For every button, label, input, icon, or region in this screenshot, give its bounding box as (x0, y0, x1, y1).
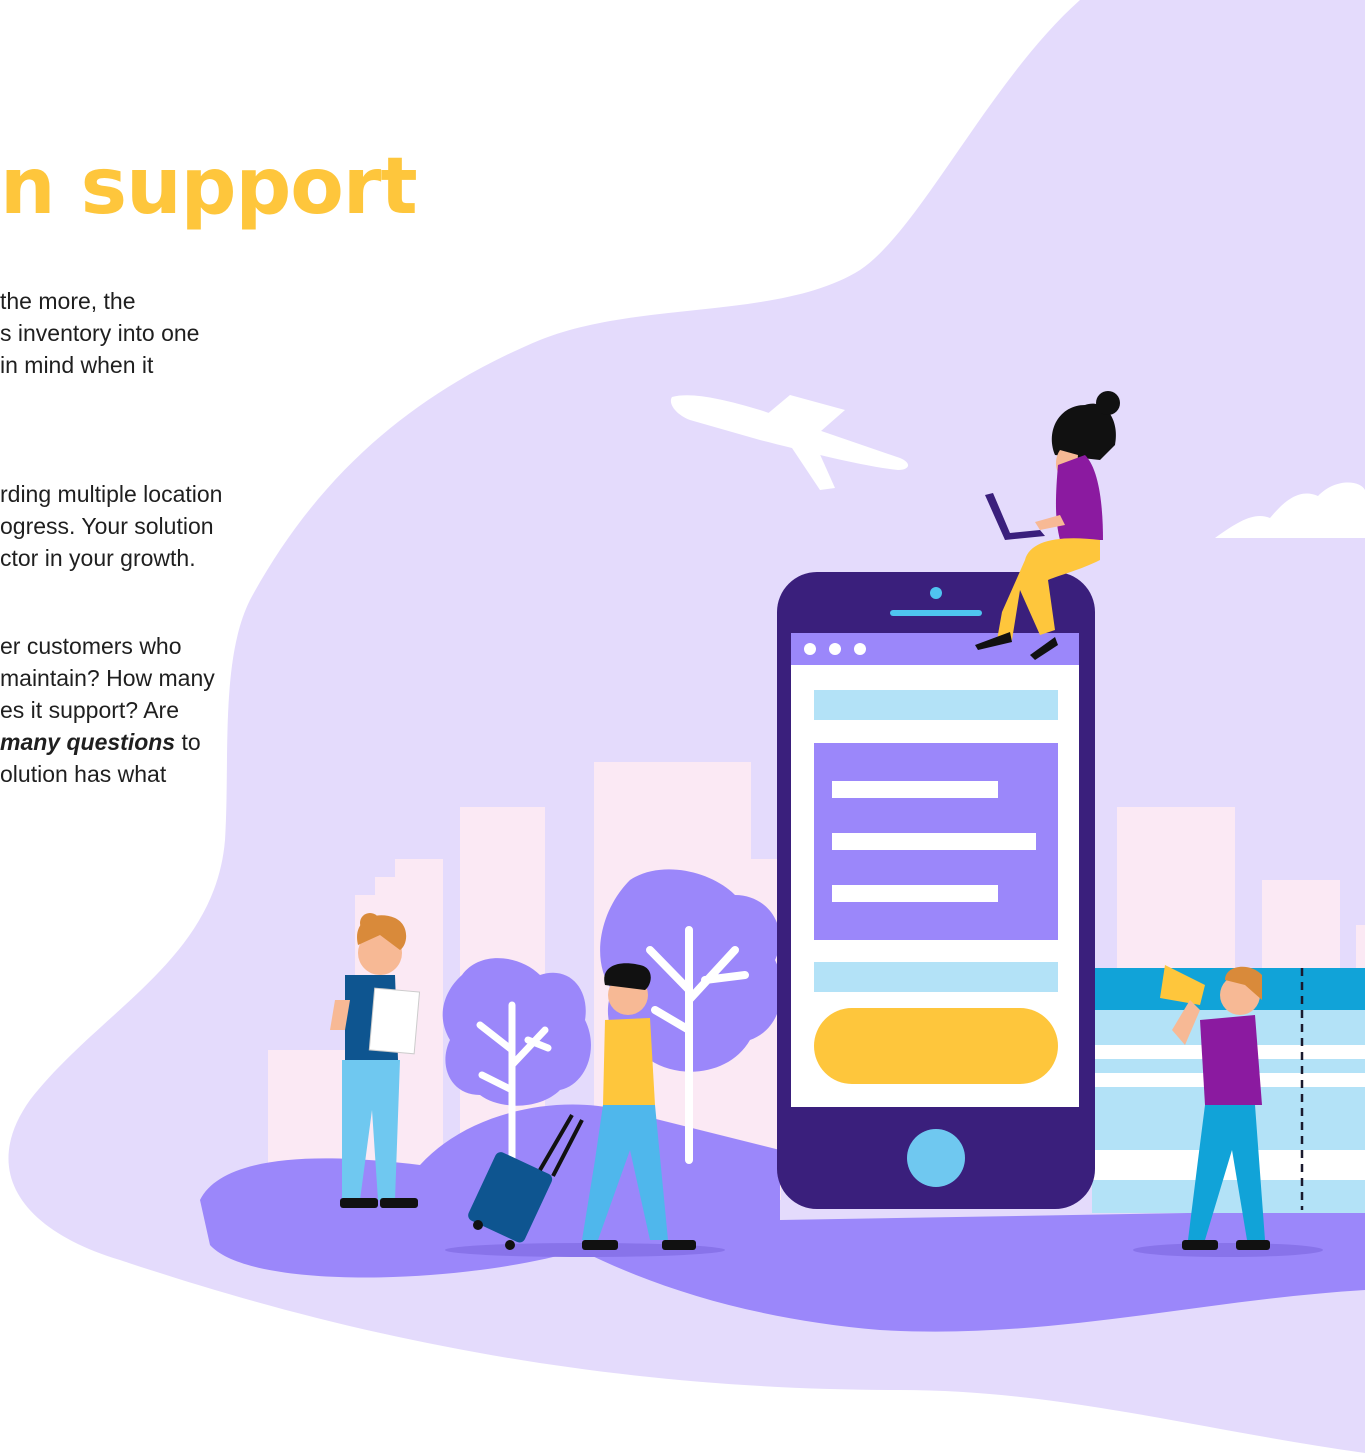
shadow (1133, 1243, 1323, 1257)
phone-icon (777, 572, 1095, 1209)
hero-illustration (8, 0, 1365, 1453)
